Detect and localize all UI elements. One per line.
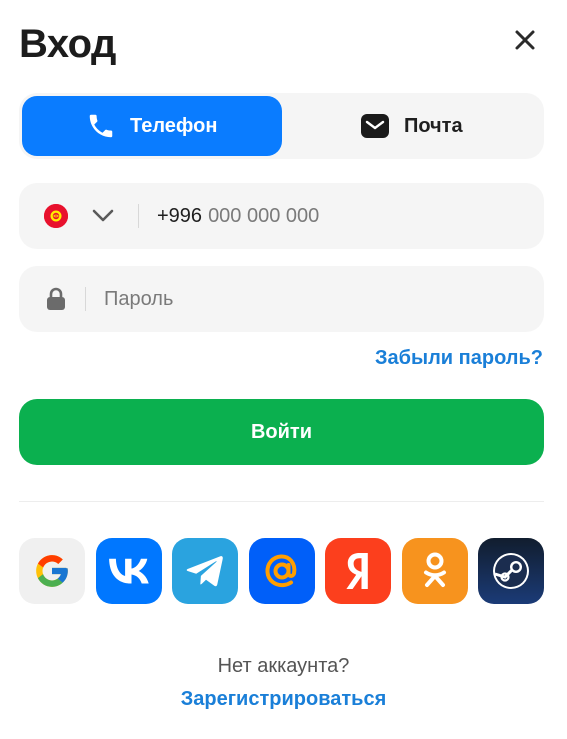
close-button[interactable] xyxy=(511,26,539,54)
phone-placeholder: 000 000 000 xyxy=(208,204,320,227)
kyrgyzstan-flag-icon xyxy=(44,204,68,228)
phone-input[interactable]: +996 000 000 000 xyxy=(157,205,319,228)
yandex-icon xyxy=(346,553,368,589)
social-login-buttons xyxy=(19,538,544,604)
field-divider xyxy=(138,204,139,228)
login-method-tabs: Телефон Почта xyxy=(19,93,544,159)
divider xyxy=(19,501,544,502)
steam-icon xyxy=(493,553,529,589)
steam-login-button[interactable] xyxy=(478,538,544,604)
yandex-login-button[interactable] xyxy=(325,538,391,604)
chevron-down-icon xyxy=(92,209,114,222)
page-title: Вход xyxy=(19,22,116,66)
google-icon xyxy=(36,555,68,587)
country-code: +996 xyxy=(157,204,203,227)
forgot-password-link[interactable]: Забыли пароль? xyxy=(375,347,543,370)
tab-email-label: Почта xyxy=(403,114,463,137)
login-button[interactable]: Войти xyxy=(19,399,544,465)
phone-field: +996 000 000 000 xyxy=(19,183,544,249)
vk-icon xyxy=(108,558,149,584)
telegram-login-button[interactable] xyxy=(172,538,238,604)
lock-icon xyxy=(45,286,67,312)
odnoklassniki-login-button[interactable] xyxy=(401,538,468,604)
phone-icon xyxy=(89,114,113,138)
odnoklassniki-icon xyxy=(423,552,446,587)
mailru-login-button[interactable] xyxy=(248,538,315,604)
no-account-text: Нет аккаунта? xyxy=(217,655,350,677)
tab-phone-label: Телефон xyxy=(130,114,218,137)
mail-icon xyxy=(360,114,389,138)
country-select-chevron[interactable] xyxy=(90,206,116,226)
register-link[interactable]: Зарегистрироваться xyxy=(0,688,567,711)
mailru-icon xyxy=(264,554,296,588)
close-icon xyxy=(515,30,535,50)
tab-phone[interactable]: Телефон xyxy=(22,96,282,156)
telegram-icon xyxy=(186,556,223,587)
vk-login-button[interactable] xyxy=(95,538,162,604)
password-field xyxy=(19,266,544,332)
tab-email[interactable]: Почта xyxy=(282,96,542,156)
google-login-button[interactable] xyxy=(19,538,85,604)
field-divider xyxy=(85,287,86,311)
password-input[interactable] xyxy=(104,287,504,311)
